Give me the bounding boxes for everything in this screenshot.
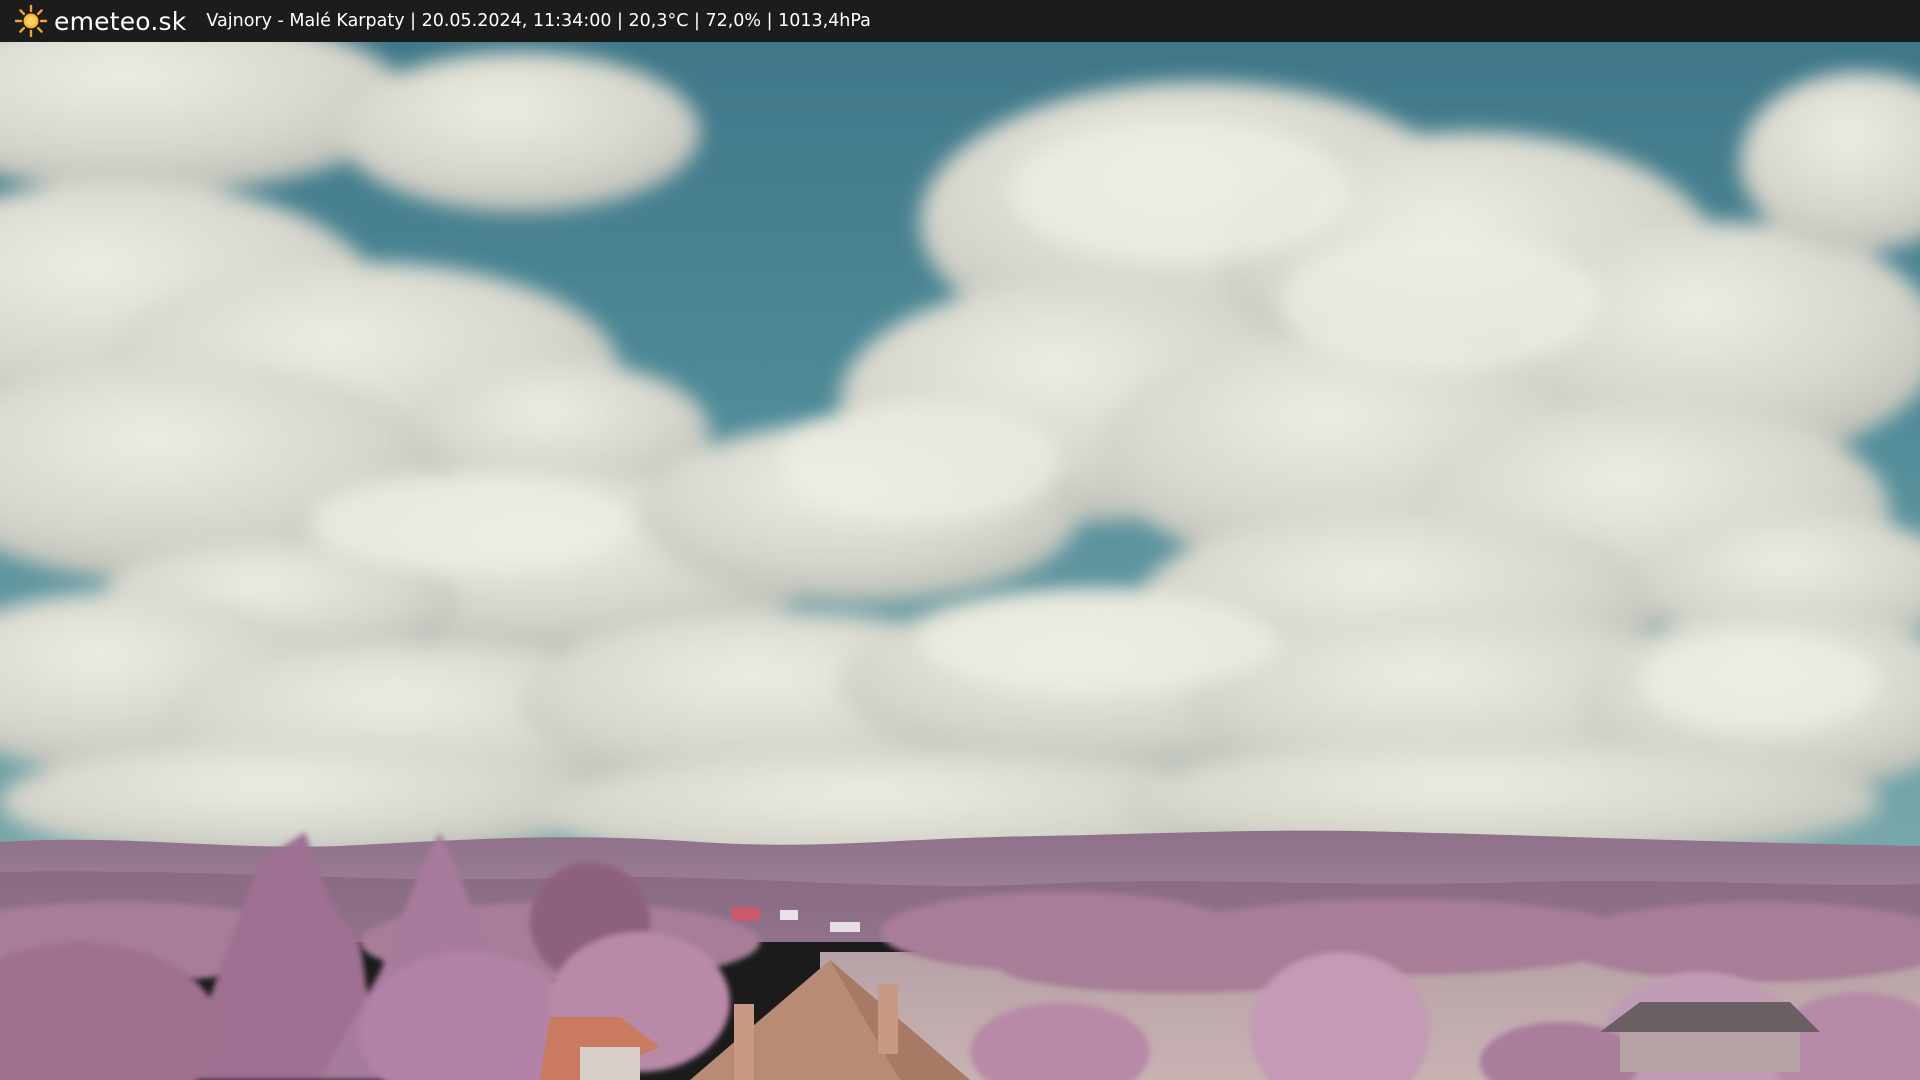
right-house-wall (1620, 1032, 1800, 1072)
weather-caption: Vajnory - Malé Karpaty | 20.05.2024, 11:… (206, 11, 871, 31)
sun-icon (14, 4, 48, 38)
webcam-frame: emeteo.sk Vajnory - Malé Karpaty | 20.05… (0, 0, 1920, 1080)
distant-building (830, 922, 860, 932)
webcam-info-bar: emeteo.sk Vajnory - Malé Karpaty | 20.05… (0, 0, 1920, 42)
chimney (734, 1004, 754, 1080)
emeteo-logo[interactable]: emeteo.sk (14, 4, 186, 38)
house-wall (580, 1047, 640, 1080)
distant-building (780, 910, 798, 920)
chimney (878, 984, 898, 1054)
webcam-image (0, 42, 1920, 1080)
brand-name: emeteo.sk (54, 6, 187, 36)
distant-building (732, 907, 760, 921)
